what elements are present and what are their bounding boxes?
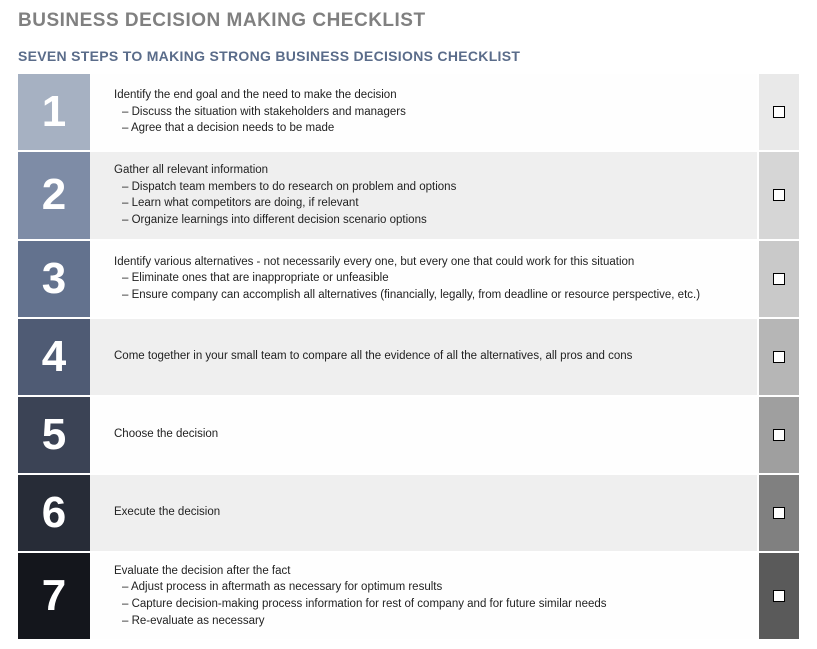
step-main-text: Come together in your small team to comp… xyxy=(114,348,743,365)
step-text: Identify the end goal and the need to ma… xyxy=(90,74,757,150)
step-main-text: Gather all relevant information xyxy=(114,162,743,179)
step-main-text: Choose the decision xyxy=(114,426,743,443)
checklist-row: 5 Choose the decision xyxy=(18,395,799,473)
checklist-row: 1 Identify the end goal and the need to m… xyxy=(18,72,799,150)
step-number: 5 xyxy=(18,397,90,473)
step-sub-text: – Eliminate ones that are inappropriate … xyxy=(114,270,743,287)
checklist: 1 Identify the end goal and the need to m… xyxy=(18,72,799,639)
checklist-row: 3 Identify various alternatives - not nec… xyxy=(18,239,799,317)
checkbox-cell xyxy=(757,475,799,551)
checkbox[interactable] xyxy=(773,590,785,602)
step-number: 7 xyxy=(18,553,90,640)
step-text: Identify various alternatives - not nece… xyxy=(90,241,757,317)
step-main-text: Identify the end goal and the need to ma… xyxy=(114,87,743,104)
step-number: 2 xyxy=(18,152,90,239)
step-number: 1 xyxy=(18,74,90,150)
checkbox[interactable] xyxy=(773,429,785,441)
checklist-row: 6 Execute the decision xyxy=(18,473,799,551)
checkbox-cell xyxy=(757,74,799,150)
step-text: Evaluate the decision after the fact– Ad… xyxy=(90,553,757,640)
checklist-row: 2Gather all relevant information– Dispat… xyxy=(18,150,799,239)
step-number: 6 xyxy=(18,475,90,551)
checklist-row: 4 Come together in your small team to com… xyxy=(18,317,799,395)
checkbox[interactable] xyxy=(773,273,785,285)
step-sub-text: – Organize learnings into different deci… xyxy=(114,212,743,229)
step-sub-text: – Discuss the situation with stakeholder… xyxy=(114,104,743,121)
step-text: Execute the decision xyxy=(90,475,757,551)
step-text: Choose the decision xyxy=(90,397,757,473)
checkbox[interactable] xyxy=(773,106,785,118)
step-main-text: Identify various alternatives - not nece… xyxy=(114,254,743,271)
step-main-text: Execute the decision xyxy=(114,504,743,521)
checkbox-cell xyxy=(757,152,799,239)
checklist-row: 7Evaluate the decision after the fact– A… xyxy=(18,551,799,640)
step-sub-text: – Learn what competitors are doing, if r… xyxy=(114,195,743,212)
checkbox[interactable] xyxy=(773,351,785,363)
step-sub-text: – Re-evaluate as necessary xyxy=(114,613,743,630)
step-sub-text: – Ensure company can accomplish all alte… xyxy=(114,287,743,304)
checkbox[interactable] xyxy=(773,507,785,519)
step-number: 4 xyxy=(18,319,90,395)
step-number: 3 xyxy=(18,241,90,317)
step-text: Come together in your small team to comp… xyxy=(90,319,757,395)
step-main-text: Evaluate the decision after the fact xyxy=(114,563,743,580)
step-sub-text: – Dispatch team members to do research o… xyxy=(114,179,743,196)
step-sub-text: – Adjust process in aftermath as necessa… xyxy=(114,579,743,596)
checkbox-cell xyxy=(757,241,799,317)
subtitle: SEVEN STEPS TO MAKING STRONG BUSINESS DE… xyxy=(18,48,799,64)
step-text: Gather all relevant information– Dispatc… xyxy=(90,152,757,239)
checkbox-cell xyxy=(757,319,799,395)
checkbox-cell xyxy=(757,397,799,473)
step-sub-text: – Agree that a decision needs to be made xyxy=(114,120,743,137)
checkbox-cell xyxy=(757,553,799,640)
checkbox[interactable] xyxy=(773,189,785,201)
step-sub-text: – Capture decision-making process inform… xyxy=(114,596,743,613)
page-title: BUSINESS DECISION MAKING CHECKLIST xyxy=(18,10,799,32)
